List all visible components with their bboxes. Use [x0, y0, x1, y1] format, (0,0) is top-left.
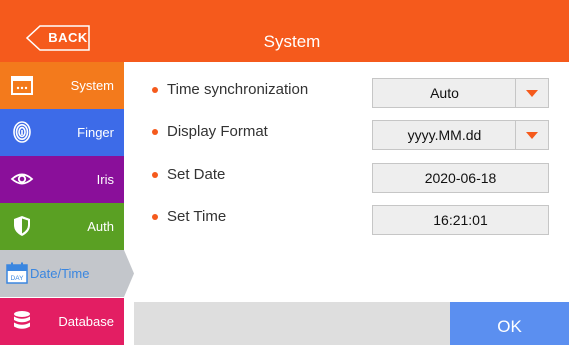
title-bar: BACK System: [0, 0, 569, 62]
set-time-field[interactable]: 16:21:01: [372, 205, 549, 235]
set-date-value: 2020-06-18: [424, 170, 497, 186]
bullet-icon: [152, 87, 158, 93]
page-title: System: [263, 32, 321, 51]
fingerprint-icon: [10, 120, 34, 144]
setting-row-display-format: Display Format yyyy.MM.dd: [124, 116, 569, 150]
sidebar-item-database[interactable]: Database: [0, 298, 124, 345]
sidebar-item-datetime[interactable]: DAY Date/Time: [0, 250, 134, 297]
time-sync-label: Time synchronization: [167, 81, 309, 98]
sidebar-item-iris[interactable]: Iris: [0, 156, 124, 203]
calendar-icon-text: DAY: [11, 275, 25, 282]
setting-row-time-sync: Time synchronization Auto: [124, 74, 569, 108]
setting-row-set-date: Set Date 2020-06-18: [124, 159, 569, 193]
chevron-down-icon: [526, 132, 538, 139]
window-icon: [10, 73, 34, 97]
sidebar-item-finger[interactable]: Finger: [0, 109, 124, 156]
chevron-down-icon: [526, 90, 538, 97]
calendar-icon: DAY: [6, 262, 28, 284]
sidebar-item-label: Database: [58, 314, 114, 329]
back-label: BACK: [48, 30, 88, 45]
eye-icon: [10, 167, 34, 191]
time-sync-value: Auto: [430, 85, 459, 101]
sidebar-item-label: System: [70, 78, 114, 93]
back-button[interactable]: BACK: [26, 25, 90, 51]
ok-button[interactable]: OK: [450, 302, 569, 345]
sidebar-item-label: Finger: [77, 125, 114, 140]
display-format-dropdown[interactable]: yyyy.MM.dd: [372, 120, 549, 150]
database-icon: [10, 309, 34, 333]
set-date-field[interactable]: 2020-06-18: [372, 163, 549, 193]
display-format-value: yyyy.MM.dd: [407, 127, 482, 143]
bullet-icon: [152, 129, 158, 135]
sidebar-item-auth[interactable]: Auth: [0, 203, 124, 250]
sidebar-item-label: Iris: [96, 172, 114, 187]
shield-icon: [10, 214, 34, 238]
sidebar-item-label: Date/Time: [30, 266, 90, 281]
display-format-label: Display Format: [167, 123, 268, 140]
time-sync-dropdown[interactable]: Auto: [372, 78, 549, 108]
set-date-label: Set Date: [167, 166, 226, 183]
settings-panel: Time synchronization Auto Display Format…: [124, 62, 569, 302]
sidebar-item-label: Auth: [87, 219, 114, 234]
sidebar-item-system[interactable]: System: [0, 62, 124, 109]
bullet-icon: [152, 214, 158, 220]
set-time-value: 16:21:01: [433, 212, 488, 228]
set-time-label: Set Time: [167, 208, 227, 225]
bullet-icon: [152, 172, 158, 178]
time-sync-dropdown-button[interactable]: [515, 79, 548, 107]
footer-bar: [134, 302, 450, 345]
setting-row-set-time: Set Time 16:21:01: [124, 201, 569, 235]
display-format-dropdown-button[interactable]: [515, 121, 548, 149]
sidebar: System Finger Iris Auth DAY Date/Time Da…: [0, 62, 134, 345]
